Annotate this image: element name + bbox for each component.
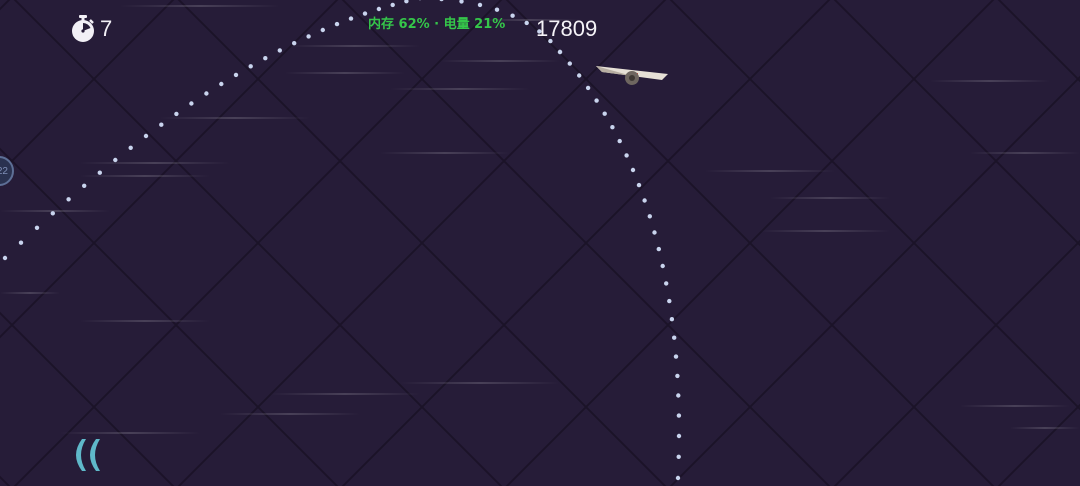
speed-streak — [960, 405, 1070, 407]
speed-streak — [400, 382, 560, 384]
trajectory-dot — [647, 214, 652, 219]
trajectory-dot — [66, 197, 71, 202]
trajectory-dot — [676, 454, 681, 459]
trajectory-dot — [233, 72, 239, 78]
trajectory-dot — [248, 64, 253, 69]
speed-streak — [0, 292, 60, 294]
trajectory-dot — [34, 225, 40, 230]
stopwatch-icon — [72, 15, 94, 42]
speed-streak — [970, 152, 1080, 154]
speed-streak — [0, 210, 110, 212]
trajectory-dot — [673, 354, 679, 359]
trajectory-dot — [567, 61, 572, 66]
trajectory-dot — [128, 145, 133, 150]
speed-streak — [770, 197, 890, 199]
trajectory-dot — [577, 73, 582, 78]
trajectory-dot — [263, 56, 268, 61]
speed-streak — [80, 175, 210, 177]
trajectory-dot — [376, 6, 382, 12]
trajectory-dot — [277, 48, 282, 53]
trajectory-dot — [2, 255, 8, 261]
trajectory-dot — [50, 211, 55, 216]
trajectory-dot — [306, 34, 311, 39]
trajectory-dot — [610, 125, 615, 130]
trajectory-dot — [524, 20, 529, 26]
trajectory-dot — [320, 27, 325, 33]
trajectory-dot — [672, 335, 677, 340]
trajectory-dot — [174, 111, 179, 117]
trajectory-dot — [494, 7, 500, 12]
offscreen-marker-label: 22 — [0, 165, 8, 177]
trajectory-dot — [636, 182, 642, 188]
trajectory-dot — [159, 122, 164, 127]
trajectory-dot — [630, 167, 636, 173]
trajectory-dot — [113, 157, 118, 163]
speed-streak — [705, 170, 835, 172]
trajectory-dot — [642, 198, 647, 203]
trajectory-dot — [617, 138, 622, 144]
trajectory-dot — [143, 133, 149, 139]
speed-streak — [120, 5, 280, 7]
trajectory-dot — [667, 298, 672, 304]
trajectory-dot — [82, 183, 87, 188]
speed-streak — [285, 72, 405, 74]
speed-streak — [440, 60, 560, 62]
back-button[interactable] — [62, 436, 108, 474]
game-background — [0, 0, 1080, 486]
trajectory-dot — [676, 393, 681, 398]
diamond-grid — [0, 0, 1080, 486]
trajectory-dot — [652, 230, 657, 235]
trajectory-dot — [18, 240, 24, 245]
trajectory-dot — [557, 49, 563, 55]
trajectory-dot — [219, 81, 224, 87]
trajectory-dot — [656, 246, 661, 252]
timer: 7 — [70, 14, 112, 44]
speed-streak — [290, 45, 420, 47]
trajectory-dot — [675, 373, 680, 379]
speed-streak — [270, 393, 420, 395]
trajectory-dot — [348, 16, 354, 21]
trajectory-dot — [602, 111, 607, 116]
trajectory-dot — [97, 170, 103, 175]
trajectory-dot — [676, 413, 682, 418]
trajectory-dot — [362, 11, 368, 16]
game-stage[interactable]: 22 7 内存 62% · 电量 21% 17809 — [0, 0, 1080, 486]
trajectory-dot — [594, 98, 599, 103]
speed-streak — [380, 152, 510, 154]
speed-streak — [160, 117, 310, 119]
trajectory-dot — [477, 2, 483, 8]
speed-streak — [390, 88, 530, 90]
speed-streak — [930, 80, 1050, 82]
device-status: 内存 62% · 电量 21% — [368, 17, 506, 32]
trajectory-dot — [510, 13, 515, 18]
speed-streak — [80, 320, 210, 322]
trajectory-dot — [390, 2, 395, 8]
trajectory-dot — [292, 41, 297, 46]
speed-streak — [1010, 427, 1080, 429]
trajectory-dot — [664, 281, 669, 286]
speed-streak — [760, 230, 890, 232]
trajectory-dot — [675, 475, 681, 481]
speed-streak — [220, 413, 360, 415]
trajectory-dot — [585, 85, 591, 91]
trajectory-dot — [204, 91, 209, 96]
double-chevron-left-icon — [76, 439, 100, 471]
timer-count: 7 — [100, 16, 113, 41]
trajectory-dot — [189, 101, 194, 106]
speed-streak — [80, 162, 230, 164]
score: 17809 — [536, 16, 598, 41]
trajectory-dot — [624, 153, 629, 158]
trajectory-dot — [676, 433, 682, 439]
trajectory-dot — [660, 263, 665, 269]
speed-streak — [60, 432, 200, 434]
trajectory-dot — [669, 317, 675, 322]
trajectory-dot — [334, 21, 340, 27]
